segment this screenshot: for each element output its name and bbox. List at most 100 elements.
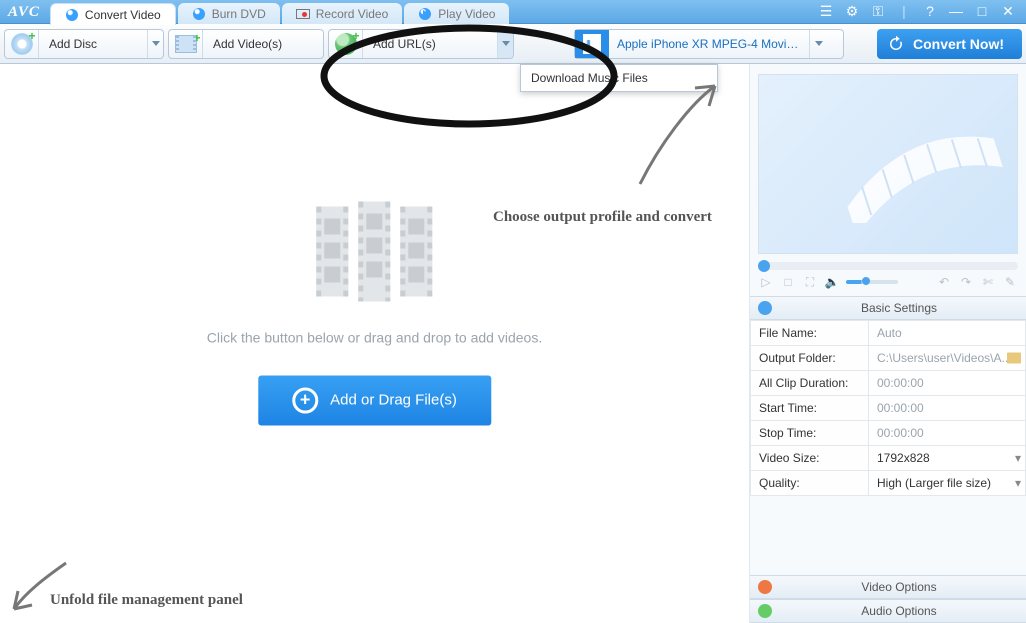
setting-value: 00:00:00: [869, 371, 1026, 396]
tab-record-video[interactable]: Record Video: [282, 3, 403, 25]
volume-slider[interactable]: [846, 280, 898, 284]
empty-state: Click the button below or drag and drop …: [207, 206, 542, 425]
tab-label: Convert Video: [85, 8, 161, 22]
button-label: Add Disc: [39, 37, 147, 51]
setting-value[interactable]: High (Larger file size)▾: [869, 471, 1026, 496]
setting-label: Quality:: [751, 471, 869, 496]
app-logo: AVC: [0, 4, 50, 23]
setting-label: File Name:: [751, 321, 869, 346]
tab-label: Burn DVD: [212, 7, 266, 21]
film-icon: +: [169, 30, 203, 58]
add-url-dropdown: Download Music Files: [520, 64, 718, 92]
preview-seek-track[interactable]: [758, 262, 1018, 270]
tab-burn-dvd[interactable]: Burn DVD: [178, 3, 280, 25]
rotate-right-icon[interactable]: ↷: [958, 274, 974, 290]
mute-icon[interactable]: 🔈: [824, 274, 840, 290]
tab-play-video[interactable]: Play Video: [404, 3, 509, 25]
setting-label: Start Time:: [751, 396, 869, 421]
download-music-item[interactable]: Download Music Files: [521, 65, 717, 91]
setting-value[interactable]: C:\Users\user\Videos\A...: [869, 346, 1026, 371]
preview-controls: ▷ □ ⛶ 🔈 ↶ ↷ ✄ ✎: [750, 270, 1026, 296]
setting-quality: Quality: High (Larger file size)▾: [751, 471, 1026, 496]
button-label: Add or Drag File(s): [330, 392, 457, 409]
button-label: Add Video(s): [203, 37, 323, 51]
title-bar: AVC Convert Video Burn DVD Record Video …: [0, 0, 1026, 24]
button-label: Convert Now!: [913, 36, 1004, 52]
cut-icon[interactable]: ✄: [980, 274, 996, 290]
setting-value[interactable]: Auto: [869, 321, 1026, 346]
side-panel: ▷ □ ⛶ 🔈 ↶ ↷ ✄ ✎ Basic Settings File Name…: [750, 64, 1026, 623]
minimize-icon[interactable]: —: [948, 3, 964, 19]
chevron-down-icon[interactable]: [809, 30, 827, 58]
basic-settings-table: File Name: Auto Output Folder: C:\Users\…: [750, 320, 1026, 496]
edit-icon[interactable]: ✎: [1002, 274, 1018, 290]
options-icon[interactable]: ☰: [818, 3, 834, 19]
add-disc-button[interactable]: Add Disc: [4, 29, 164, 59]
convert-now-button[interactable]: Convert Now!: [877, 29, 1022, 59]
refresh-icon: [887, 35, 905, 53]
rotate-left-icon[interactable]: ↶: [936, 274, 952, 290]
setting-label: Video Size:: [751, 446, 869, 471]
setting-label: Output Folder:: [751, 346, 869, 371]
setting-label: All Clip Duration:: [751, 371, 869, 396]
burn-icon: [192, 7, 206, 21]
disc-icon: [5, 30, 39, 58]
toolbar: Add Disc + Add Video(s) Add URL(s) Apple…: [0, 24, 1026, 64]
preview-area[interactable]: [758, 74, 1018, 254]
settings-icon[interactable]: ⚙: [844, 3, 860, 19]
drop-canvas[interactable]: Click the button below or drag and drop …: [0, 64, 750, 623]
setting-all-clip-duration: All Clip Duration: 00:00:00: [751, 371, 1026, 396]
button-label: Add URL(s): [363, 37, 497, 51]
add-videos-button[interactable]: + Add Video(s): [168, 29, 324, 59]
chevron-down-icon[interactable]: [497, 30, 513, 58]
audio-icon: [758, 604, 772, 618]
folder-icon[interactable]: [1007, 353, 1021, 364]
record-icon: [296, 7, 310, 21]
chevron-down-icon[interactable]: ▾: [1015, 451, 1021, 465]
tab-label: Record Video: [316, 7, 389, 21]
close-icon[interactable]: ✕: [1000, 3, 1016, 19]
add-url-button[interactable]: Add URL(s): [328, 29, 514, 59]
key-icon[interactable]: ⚿: [870, 3, 886, 19]
profile-label: Apple iPhone XR MPEG-4 Movie (*.m...: [609, 37, 809, 51]
setting-value[interactable]: 00:00:00: [869, 396, 1026, 421]
convert-icon: [65, 8, 79, 22]
setting-file-name: File Name: Auto: [751, 321, 1026, 346]
snapshot-icon[interactable]: ⛶: [802, 274, 818, 290]
window-controls: ☰ ⚙ ⚿ | ? — □ ✕: [818, 3, 1026, 23]
profile-icon: [575, 30, 609, 58]
basic-settings-header[interactable]: Basic Settings: [750, 296, 1026, 320]
plus-icon: +: [292, 387, 318, 413]
gear-icon: [758, 301, 772, 315]
output-profile-selector[interactable]: Apple iPhone XR MPEG-4 Movie (*.m...: [574, 29, 844, 59]
annotation-arrow-profile: [620, 74, 740, 194]
section-label: Basic Settings: [780, 301, 1018, 315]
chevron-down-icon[interactable]: [147, 30, 163, 58]
divider: |: [896, 3, 912, 19]
video-options-header[interactable]: Video Options: [750, 575, 1026, 599]
stop-icon[interactable]: □: [780, 274, 796, 290]
section-label: Video Options: [780, 580, 1018, 594]
empty-hint: Click the button below or drag and drop …: [207, 329, 542, 345]
play-icon[interactable]: ▷: [758, 274, 774, 290]
tab-label: Play Video: [438, 7, 495, 21]
filmstrip-graphic: [829, 113, 1009, 223]
maximize-icon[interactable]: □: [974, 3, 990, 19]
audio-options-header[interactable]: Audio Options: [750, 599, 1026, 623]
help-icon[interactable]: ?: [922, 3, 938, 19]
setting-video-size: Video Size: 1792x828▾: [751, 446, 1026, 471]
setting-start-time: Start Time: 00:00:00: [751, 396, 1026, 421]
setting-output-folder: Output Folder: C:\Users\user\Videos\A...: [751, 346, 1026, 371]
setting-value[interactable]: 1792x828▾: [869, 446, 1026, 471]
annotation-text-unfold: Unfold file management panel: [50, 592, 243, 609]
globe-icon: [329, 30, 363, 58]
section-label: Audio Options: [780, 604, 1018, 618]
setting-value[interactable]: 00:00:00: [869, 421, 1026, 446]
annotation-arrow-unfold: [6, 557, 76, 617]
video-icon: [758, 580, 772, 594]
setting-label: Stop Time:: [751, 421, 869, 446]
main-area: Click the button below or drag and drop …: [0, 64, 1026, 623]
tab-convert-video[interactable]: Convert Video: [50, 3, 176, 25]
add-or-drag-button[interactable]: + Add or Drag File(s): [258, 375, 491, 425]
chevron-down-icon[interactable]: ▾: [1015, 476, 1021, 490]
